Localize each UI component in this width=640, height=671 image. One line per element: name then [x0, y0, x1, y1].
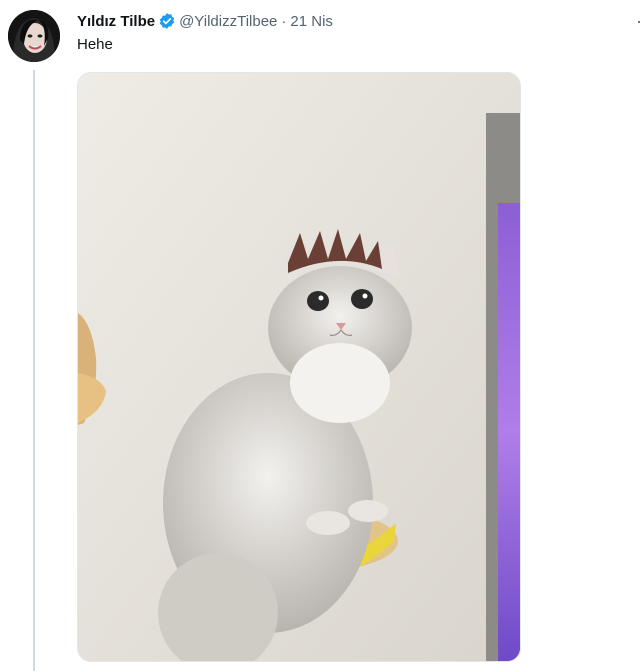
- avatar[interactable]: [8, 10, 60, 62]
- tweet-date[interactable]: 21 Nis: [290, 13, 333, 30]
- tweet-header: Yıldız Tilbe @YildizzTilbee · 21 Nis: [77, 10, 333, 32]
- separator-dot: ·: [281, 12, 287, 30]
- tweet[interactable]: Yıldız Tilbe @YildizzTilbee · 21 Nis · H…: [0, 0, 640, 671]
- avatar-image: [8, 10, 60, 62]
- thread-line: [33, 70, 35, 671]
- tweet-text: Hehe: [77, 36, 113, 53]
- verified-badge-icon: [158, 12, 176, 30]
- more-options-icon[interactable]: ·: [636, 12, 640, 30]
- tweet-photo[interactable]: [77, 72, 521, 662]
- user-handle[interactable]: @YildizzTilbee: [179, 13, 277, 30]
- cat-photo-image: [78, 73, 520, 661]
- display-name[interactable]: Yıldız Tilbe: [77, 13, 155, 30]
